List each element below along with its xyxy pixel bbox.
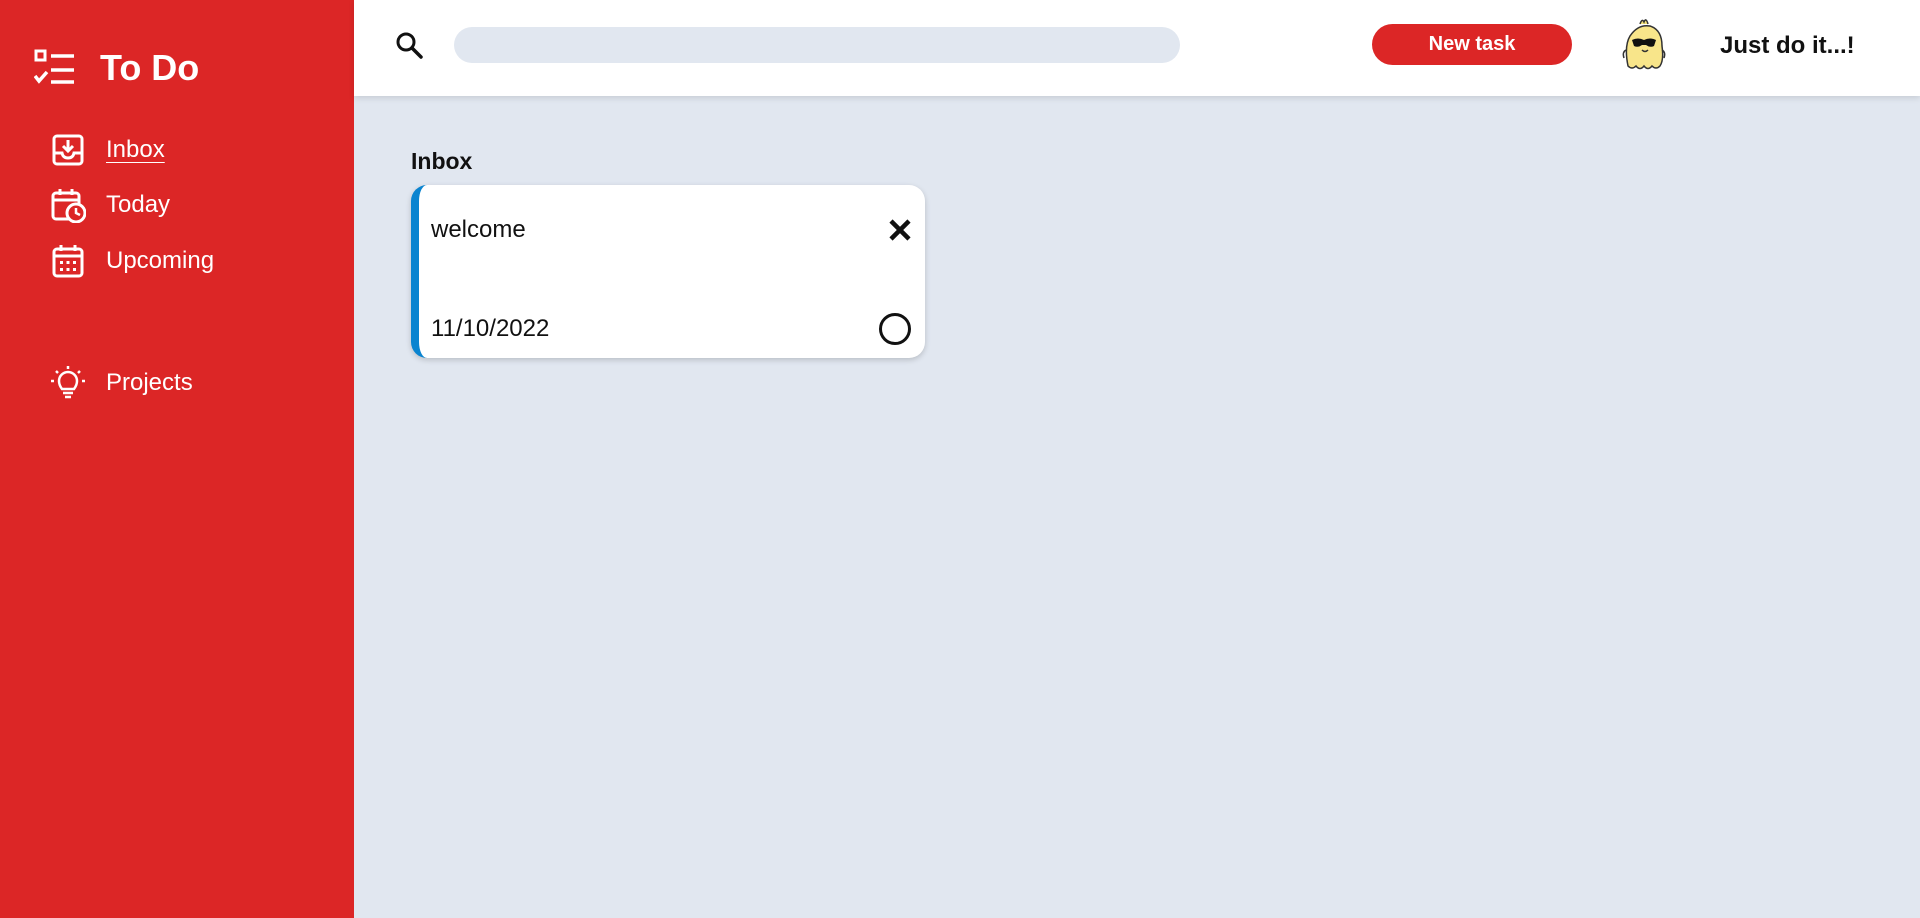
task-title: welcome: [431, 216, 526, 243]
main-content: Inbox welcome 11/10/2022: [354, 96, 1920, 918]
top-bar: New task Just do it...!: [354, 0, 1920, 96]
sidebar-item-label: Upcoming: [106, 247, 215, 274]
checklist-icon: [34, 49, 74, 84]
sidebar-item-label: Today: [106, 191, 171, 218]
sidebar-item-upcoming[interactable]: Upcoming: [50, 243, 214, 279]
chick-sunglasses-avatar[interactable]: [1620, 16, 1668, 72]
search-input[interactable]: [454, 27, 1180, 63]
sidebar-item-inbox[interactable]: Inbox: [50, 132, 165, 168]
calendar-icon: [52, 245, 84, 278]
header-motto: Just do it...!: [1720, 32, 1855, 59]
sidebar-item-projects[interactable]: Projects: [50, 365, 193, 401]
section-title: Inbox: [411, 148, 473, 174]
calendar-clock-icon: [51, 189, 86, 223]
search-icon[interactable]: [394, 30, 424, 60]
lightbulb-icon: [51, 366, 85, 399]
task-card[interactable]: welcome 11/10/2022: [411, 185, 925, 358]
brand: To Do: [34, 48, 199, 88]
sidebar-item-label: Inbox: [106, 136, 165, 163]
complete-task-toggle[interactable]: [879, 313, 911, 345]
task-date: 11/10/2022: [431, 315, 550, 342]
sidebar-item-label: Projects: [106, 369, 193, 396]
sidebar: To Do Inbox Today Upcoming Projects: [0, 0, 354, 918]
sidebar-item-today[interactable]: Today: [50, 187, 170, 223]
inbox-icon: [52, 134, 84, 166]
close-icon[interactable]: [887, 217, 913, 243]
app-title: To Do: [100, 47, 200, 88]
new-task-button[interactable]: New task: [1372, 24, 1572, 65]
